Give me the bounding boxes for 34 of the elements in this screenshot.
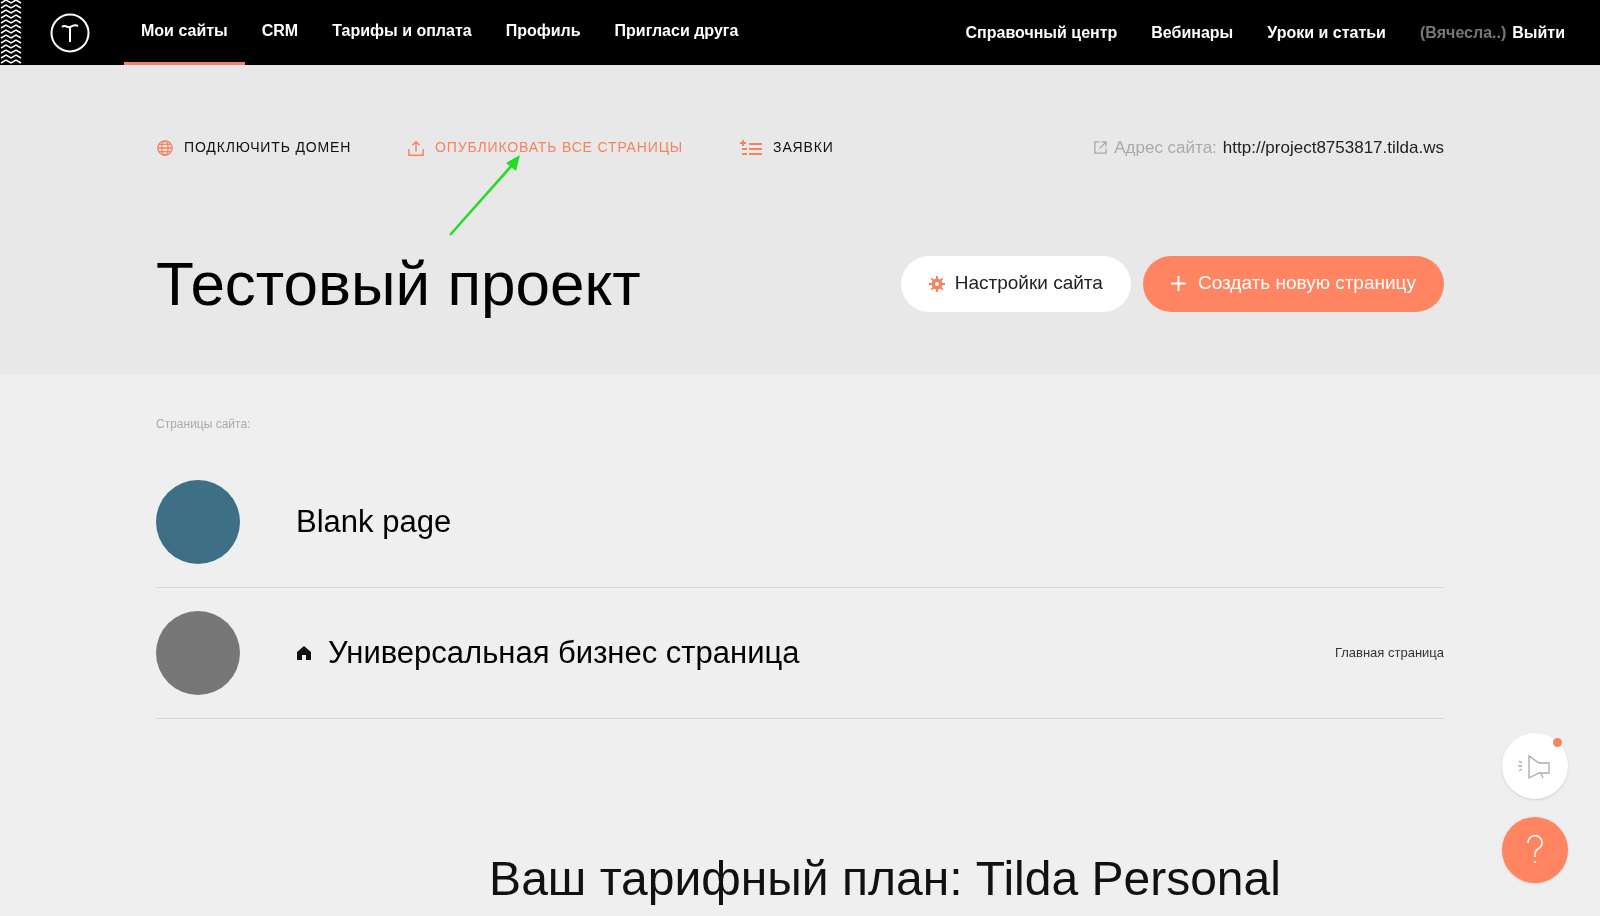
- external-link-icon: [1093, 140, 1109, 156]
- site-url-link[interactable]: http://project8753817.tilda.ws: [1222, 135, 1444, 161]
- nav-tab[interactable]: Тарифы и оплата: [315, 0, 489, 65]
- question-mark-icon: [1526, 835, 1544, 865]
- logout-link[interactable]: Выйти: [1512, 20, 1565, 45]
- plus-icon: [1170, 276, 1186, 291]
- home-page-label: Главная страница: [1334, 644, 1444, 663]
- action-link[interactable]: ПОДКЛЮЧИТЬ ДОМЕН: [156, 137, 352, 159]
- site-address-label: Адрес сайта:: [1114, 137, 1217, 159]
- help-button[interactable]: [1502, 817, 1568, 883]
- nav-tab[interactable]: CRM: [244, 0, 316, 65]
- logo-icon[interactable]: [50, 12, 90, 53]
- zigzag-pattern-icon: [0, 0, 24, 65]
- pages-section-label: Страницы сайта:: [156, 416, 252, 433]
- upload-icon: [407, 138, 426, 157]
- page-title: Универсальная бизнес страница: [328, 633, 800, 672]
- gear-icon: [928, 275, 945, 292]
- list-add-icon: [739, 138, 764, 157]
- site-settings-button[interactable]: Настройки сайта: [900, 255, 1131, 312]
- page-title: Blank page: [296, 502, 452, 541]
- announcements-button[interactable]: [1502, 733, 1568, 799]
- nav-link[interactable]: Вебинары: [1151, 20, 1234, 45]
- nav-link[interactable]: Уроки и статьи: [1267, 20, 1386, 45]
- plan-heading: Ваш тарифный план: Tilda Personal: [488, 855, 1282, 903]
- page-row[interactable]: Blank page: [156, 457, 1444, 588]
- globe-icon: [156, 138, 174, 157]
- user-name: (Вячесла..): [1419, 22, 1507, 43]
- nav-link[interactable]: Справочный центр: [965, 20, 1118, 45]
- action-link[interactable]: ЗАЯВКИ: [739, 137, 834, 159]
- page-row[interactable]: Универсальная бизнес страница Главная страница: [156, 588, 1444, 719]
- nav-tab[interactable]: Пригласи друга: [597, 0, 756, 65]
- megaphone-icon: [1517, 752, 1553, 780]
- home-icon: [296, 645, 312, 661]
- nav-tab[interactable]: Профиль: [488, 0, 598, 65]
